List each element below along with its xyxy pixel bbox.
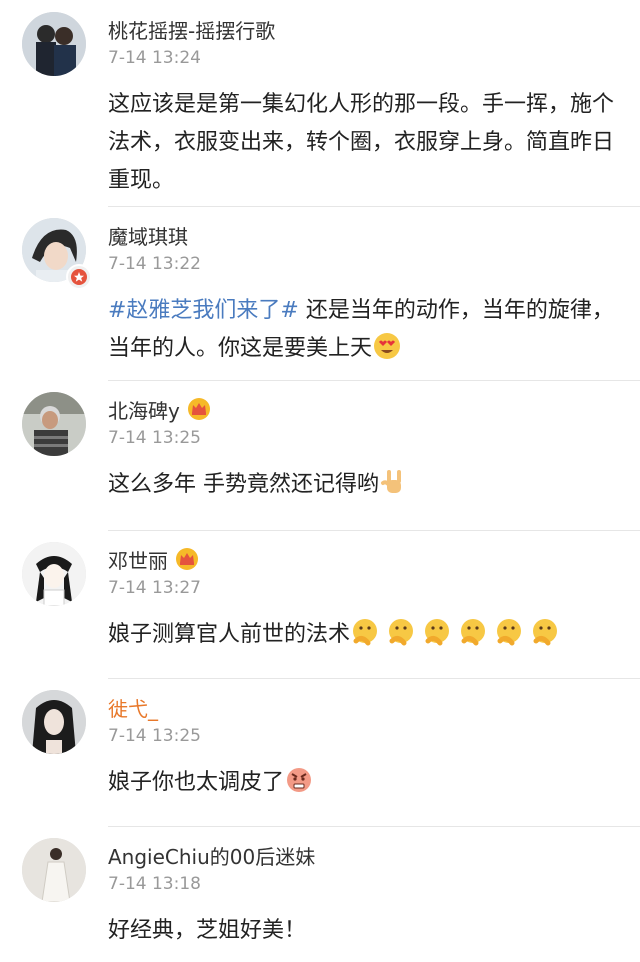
user-name[interactable]: 桃花摇摆-摇摆行歌 [108, 15, 275, 44]
avatar[interactable] [22, 392, 86, 456]
comment-item: 徙弋_ 7-14 13:25 娘子你也太调皮了 [0, 678, 640, 826]
user-name[interactable]: 北海碑y [108, 395, 180, 424]
crown-vip-icon [186, 397, 212, 421]
timestamp: 7-14 13:22 [108, 254, 201, 274]
comment-feed: 桃花摇摆-摇摆行歌 7-14 13:24 这应该是是第一集幻化人形的那一段。手一… [0, 0, 640, 962]
thinking-emoji-icon [386, 617, 416, 647]
comment-text: 好经典，芝姐好美！ [108, 918, 307, 943]
rock-hand-emoji-icon [379, 467, 409, 497]
comment-body: 这么多年 手势竟然还记得哟 [108, 472, 379, 497]
comment-body: 娘子测算官人前世的法术 [108, 622, 351, 647]
comment-body: 娘子你也太调皮了 [108, 770, 285, 795]
user-name[interactable]: 魔域琪琪 [108, 221, 188, 250]
topic-hashtag-link[interactable]: #赵雅芝我们来了# [108, 298, 299, 323]
timestamp: 7-14 13:27 [108, 578, 201, 598]
comment-item: 邓世丽 7-14 13:27 娘子测算官人前世的法术 [0, 530, 640, 678]
timestamp: 7-14 13:25 [108, 428, 201, 448]
comment-item: 北海碑y 7-14 13:25 这么多年 手势竟然还记得哟 [0, 380, 640, 530]
timestamp: 7-14 13:24 [108, 48, 201, 68]
timestamp: 7-14 13:25 [108, 726, 201, 746]
heart-eyes-emoji-icon [372, 331, 402, 361]
comment-text: 这么多年 手势竟然还记得哟 [108, 466, 616, 504]
thinking-emoji-icon [350, 617, 380, 647]
avatar[interactable] [22, 542, 86, 606]
comment-item: 魔域琪琪 7-14 13:22 #赵雅芝我们来了# 还是当年的动作，当年的旋律，… [0, 206, 640, 380]
user-name[interactable]: 邓世丽 [108, 545, 168, 574]
comment-text: 娘子测算官人前世的法术 [108, 616, 616, 654]
avatar[interactable] [22, 12, 86, 76]
comment-text: 娘子你也太调皮了 [108, 764, 616, 802]
thinking-emoji-icon [530, 617, 560, 647]
angry-emoji-icon [284, 765, 314, 795]
crown-vip-icon [174, 547, 200, 571]
comment-text: 这应该是是第一集幻化人形的那一段。手一挥，施个法术，衣服变出来，转个圈，衣服穿上… [108, 92, 615, 193]
comment-item: AngieChiu的00后迷妹 7-14 13:18 好经典，芝姐好美！ [0, 826, 640, 962]
verified-badge-icon [66, 264, 92, 290]
thinking-emoji-icon [494, 617, 524, 647]
user-name[interactable]: AngieChiu的00后迷妹 [108, 841, 315, 870]
avatar[interactable] [22, 690, 86, 754]
thinking-emoji-icon [422, 617, 452, 647]
user-name[interactable]: 徙弋_ [108, 693, 158, 722]
avatar[interactable] [22, 838, 86, 902]
timestamp: 7-14 13:18 [108, 874, 201, 894]
thinking-emoji-icon [458, 617, 488, 647]
comment-text: #赵雅芝我们来了# 还是当年的动作，当年的旋律，当年的人。你这是要美上天 [108, 292, 616, 368]
comment-item: 桃花摇摆-摇摆行歌 7-14 13:24 这应该是是第一集幻化人形的那一段。手一… [0, 0, 640, 206]
